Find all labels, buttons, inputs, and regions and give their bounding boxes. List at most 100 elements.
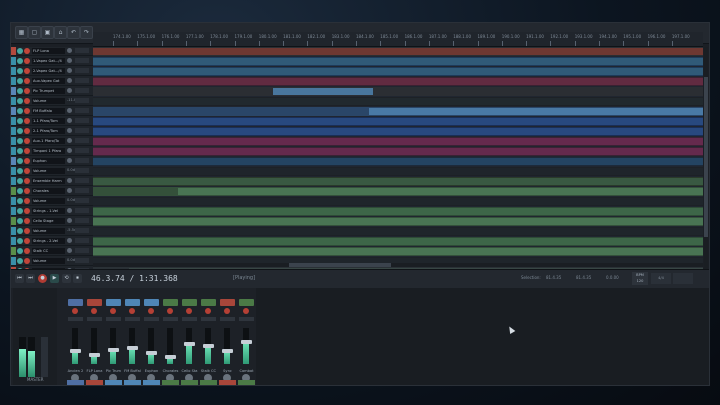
record-arm-icon[interactable] (129, 308, 135, 314)
channel-color-header[interactable] (220, 299, 235, 306)
clip[interactable] (93, 208, 703, 215)
track-header[interactable]: Volume -5.5dB (11, 227, 93, 236)
pan-knob-icon[interactable] (67, 238, 72, 243)
track-name[interactable]: Cello Stage (32, 218, 65, 224)
channel-color-header[interactable] (201, 299, 216, 306)
monitor-icon[interactable] (17, 208, 23, 214)
monitor-icon[interactable] (17, 228, 23, 234)
pan-knob-icon[interactable] (67, 108, 72, 113)
track-name[interactable]: Stalk CC (32, 248, 65, 254)
track-header[interactable]: Ensemble Harm (11, 177, 93, 186)
pan-knob-icon[interactable] (67, 218, 72, 223)
vertical-scrollbar[interactable] (704, 47, 708, 279)
record-arm-icon[interactable] (24, 118, 30, 124)
record-arm-icon[interactable] (24, 58, 30, 64)
track-lane[interactable] (93, 157, 703, 167)
record-arm-icon[interactable] (24, 48, 30, 54)
record-arm-icon[interactable] (24, 228, 30, 234)
clip[interactable] (369, 108, 703, 115)
clip[interactable] (273, 88, 373, 95)
track-lane[interactable] (93, 167, 703, 177)
track-name[interactable]: 1-1 Pfaro/Tom (32, 118, 65, 124)
monitor-icon[interactable] (17, 48, 23, 54)
track-lane[interactable] (93, 227, 703, 237)
monitor-icon[interactable] (17, 118, 23, 124)
master-fader-track[interactable] (41, 337, 48, 377)
stop-button[interactable]: ⏹ (73, 274, 82, 283)
mute-solo-buttons[interactable] (75, 178, 89, 183)
track-header[interactable]: Pic Trumpet (11, 87, 93, 96)
mute-solo-buttons[interactable] (144, 317, 159, 321)
mute-solo-buttons[interactable] (75, 98, 89, 103)
track-name[interactable]: FM Buffalo (32, 108, 65, 114)
track-name[interactable]: 1-Vapex Gat.../4 (32, 58, 65, 64)
selection-length[interactable]: 0.0.00 (606, 275, 619, 280)
volume-fader[interactable] (146, 351, 157, 356)
clip[interactable] (93, 48, 703, 55)
channel-color-header[interactable] (125, 299, 140, 306)
mute-solo-buttons[interactable] (182, 317, 197, 321)
mute-solo-buttons[interactable] (75, 258, 89, 263)
monitor-icon[interactable] (17, 138, 23, 144)
timeline-ruler[interactable]: 174.1.00 175.1.00 176.1.00 177.1.00 178.1.00… (93, 32, 703, 47)
monitor-icon[interactable] (17, 248, 23, 254)
track-name[interactable]: 2-1 Pfaro/Tom (32, 128, 65, 134)
mute-solo-buttons[interactable] (75, 158, 89, 163)
track-header[interactable]: Aux-1 Pfaro/To (11, 137, 93, 146)
mute-solo-buttons[interactable] (75, 68, 89, 73)
mute-solo-buttons[interactable] (75, 48, 89, 53)
mute-solo-buttons[interactable] (75, 88, 89, 93)
pan-knob-icon[interactable] (67, 178, 72, 183)
record-arm-icon[interactable] (24, 188, 30, 194)
mute-solo-buttons[interactable] (75, 108, 89, 113)
channel-color-header[interactable] (144, 299, 159, 306)
mute-solo-buttons[interactable] (75, 198, 89, 203)
track-header[interactable]: Strings - 2-Vel (11, 237, 93, 246)
record-arm-icon[interactable] (24, 258, 30, 264)
track-lane[interactable] (93, 57, 703, 67)
mute-solo-buttons[interactable] (75, 148, 89, 153)
track-header[interactable]: 2-1 Pfaro/Tom (11, 127, 93, 136)
pan-knob-icon[interactable] (67, 58, 72, 63)
clip[interactable] (93, 218, 703, 225)
pan-knob-icon[interactable] (67, 88, 72, 93)
track-name[interactable]: Aux-Vapex Gat (32, 78, 65, 84)
record-arm-icon[interactable] (24, 68, 30, 74)
mute-solo-buttons[interactable] (75, 228, 89, 233)
monitor-icon[interactable] (17, 238, 23, 244)
track-name[interactable]: Pic Trumpet (32, 88, 65, 94)
grid-icon[interactable]: ▦ (15, 26, 28, 39)
track-lane[interactable] (93, 217, 703, 227)
track-name[interactable]: Volume (32, 258, 65, 264)
track-name[interactable]: Strings - 2-Vel (32, 238, 65, 244)
track-lane[interactable] (93, 117, 703, 127)
record-arm-icon[interactable] (24, 178, 30, 184)
monitor-icon[interactable] (17, 158, 23, 164)
horizontal-scroll-thumb[interactable] (289, 263, 391, 267)
mute-solo-buttons[interactable] (239, 317, 254, 321)
clip[interactable] (93, 58, 703, 65)
monitor-icon[interactable] (17, 128, 23, 134)
track-name[interactable]: Chorales (32, 188, 65, 194)
mute-solo-buttons[interactable] (125, 317, 140, 321)
mute-solo-buttons[interactable] (201, 317, 216, 321)
record-arm-icon[interactable] (205, 308, 211, 314)
record-arm-icon[interactable] (110, 308, 116, 314)
record-arm-icon[interactable] (24, 138, 30, 144)
record-arm-icon[interactable] (24, 88, 30, 94)
view-icon[interactable]: ▣ (41, 26, 54, 39)
track-header[interactable]: Stalk CC (11, 247, 93, 256)
clip[interactable] (93, 158, 703, 165)
track-header[interactable]: FM Buffalo (11, 107, 93, 116)
mute-solo-buttons[interactable] (163, 317, 178, 321)
track-header[interactable]: Cello Stage (11, 217, 93, 226)
track-header[interactable]: Timpani 1 Pfaro (11, 147, 93, 156)
track-name[interactable]: Strings - 1-Vel (32, 208, 65, 214)
record-arm-icon[interactable] (24, 128, 30, 134)
channel-color-header[interactable] (182, 299, 197, 306)
pan-knob-icon[interactable] (67, 148, 72, 153)
monitor-icon[interactable] (17, 58, 23, 64)
record-arm-icon[interactable] (24, 158, 30, 164)
pan-knob-icon[interactable] (67, 208, 72, 213)
track-lane[interactable] (93, 147, 703, 157)
